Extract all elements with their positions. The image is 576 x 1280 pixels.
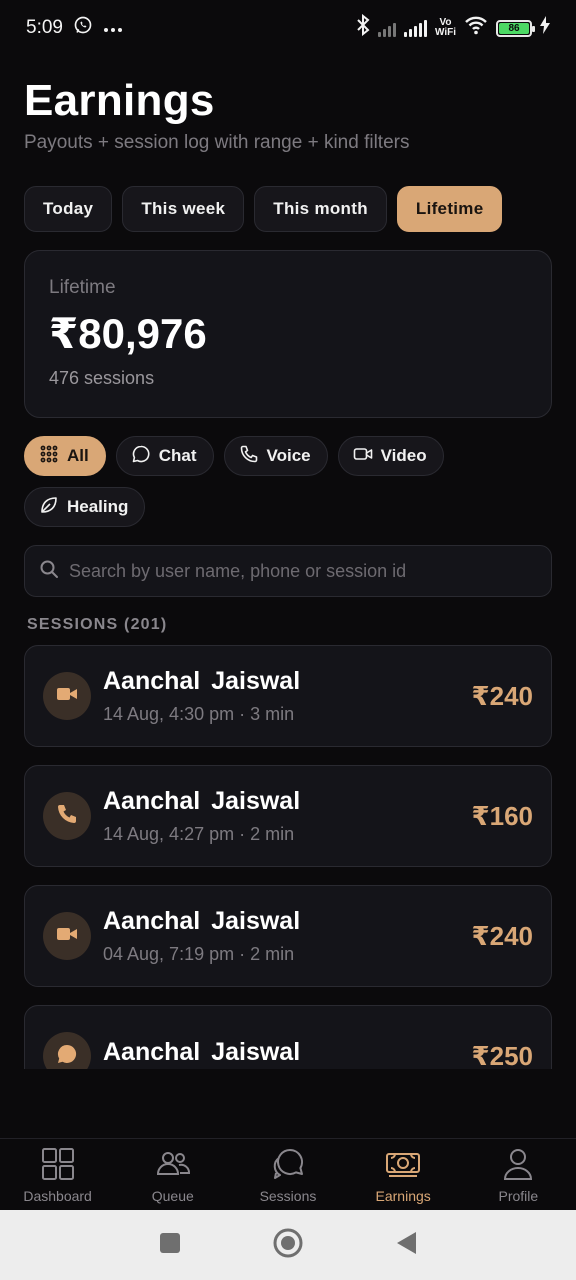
kind-filter-label: Chat <box>158 446 197 465</box>
status-right: Vo WiFi 86 <box>356 13 550 42</box>
signal-sim2-icon <box>403 19 427 37</box>
video-camera-icon <box>55 922 79 951</box>
range-tabs: Today This week This month Lifetime <box>24 186 503 232</box>
session-info: Aanchal Jaiswal <box>103 1038 472 1070</box>
page-title: Earnings <box>24 76 215 125</box>
session-amount: ₹160 <box>471 800 533 831</box>
nav-item-sessions[interactable]: Sessions <box>233 1146 343 1204</box>
kind-filter-healing[interactable]: Healing <box>24 487 146 527</box>
bluetooth-icon <box>356 13 370 42</box>
nav-label: Dashboard <box>23 1187 92 1204</box>
kind-filter-label: Voice <box>266 446 311 465</box>
status-time: 5:09 <box>26 17 63 38</box>
session-kind-avatar <box>43 1032 91 1069</box>
session-info: Aanchal Jaiswal 14 Aug, 4:27 pm · 2 min <box>103 787 472 845</box>
session-kind-avatar <box>43 792 91 840</box>
leaf-icon <box>39 495 59 520</box>
session-user-name: Aanchal Jaiswal <box>103 667 301 695</box>
phone-icon <box>239 444 259 469</box>
kind-filter-chat[interactable]: Chat <box>115 436 214 476</box>
nav-item-profile[interactable]: Profile <box>463 1146 573 1204</box>
kind-filter-label: Healing <box>67 497 129 516</box>
session-row[interactable]: Aanchal Jaiswal 14 Aug, 4:27 pm · 2 min … <box>24 765 552 867</box>
session-kind-avatar <box>43 672 91 720</box>
range-tab-today[interactable]: Today <box>24 186 113 232</box>
summary-session-count: 476 sessions <box>49 368 155 388</box>
kind-filter-all[interactable]: All <box>24 436 106 476</box>
system-nav-bar <box>0 1210 576 1280</box>
nav-label: Profile <box>498 1187 539 1204</box>
whatsapp-icon <box>73 15 93 41</box>
chat-bubble-icon <box>55 1042 79 1070</box>
signal-sim1-icon <box>377 19 396 37</box>
session-user-name: Aanchal Jaiswal <box>103 787 301 815</box>
nav-item-earnings[interactable]: Earnings <box>348 1146 458 1204</box>
phone-icon <box>55 802 79 831</box>
session-amount: ₹240 <box>471 680 533 711</box>
session-user-name: Aanchal Jaiswal <box>103 907 301 935</box>
recent-apps-button[interactable] <box>158 1231 182 1260</box>
battery-icon: 86 <box>496 19 535 37</box>
earnings-summary-card: Lifetime ₹80,976 476 sessions <box>24 250 552 418</box>
range-tab-this-month[interactable]: This month <box>254 186 387 232</box>
kind-filter-label: All <box>67 446 89 465</box>
more-dots-icon <box>103 17 123 39</box>
kind-filter-voice[interactable]: Voice <box>223 436 328 476</box>
video-camera-icon <box>55 682 79 711</box>
summary-label: Lifetime <box>49 277 116 298</box>
session-row[interactable]: Aanchal Jaiswal 04 Aug, 7:19 pm · 2 min … <box>24 885 552 987</box>
charging-icon <box>540 16 550 40</box>
status-bar: 5:09 Vo WiFi 86 <box>0 0 576 56</box>
summary-amount: ₹80,976 <box>49 310 207 357</box>
session-row[interactable]: Aanchal Jaiswal 14 Aug, 4:30 pm · 3 min … <box>24 645 552 747</box>
search-icon <box>39 559 59 584</box>
home-button[interactable] <box>272 1227 304 1264</box>
vowifi-indicator: Vo WiFi <box>434 17 456 38</box>
sessions-heading: SESSIONS (201) <box>27 616 168 633</box>
bottom-nav: Dashboard Queue Sessions Earnings Profil… <box>0 1138 576 1210</box>
grid-dots-icon <box>39 444 59 469</box>
nav-item-queue[interactable]: Queue <box>118 1146 228 1204</box>
status-left: 5:09 <box>26 15 123 41</box>
session-amount: ₹240 <box>471 920 533 951</box>
session-meta: 14 Aug, 4:27 pm · 2 min <box>103 824 295 844</box>
wifi-icon <box>464 15 488 41</box>
dashboard-grid-icon <box>40 1146 76 1185</box>
nav-label: Queue <box>151 1187 194 1204</box>
session-kind-avatar <box>43 912 91 960</box>
kind-filter-label: Video <box>380 446 427 465</box>
money-icon <box>385 1146 421 1185</box>
search-box <box>24 545 552 597</box>
chat-bubble-icon <box>131 444 151 469</box>
range-tab-this-week[interactable]: This week <box>122 186 245 232</box>
person-icon <box>500 1146 536 1185</box>
kind-filters: All Chat Voice Video Healing <box>24 436 554 527</box>
range-tab-lifetime[interactable]: Lifetime <box>396 186 503 232</box>
session-user-name: Aanchal Jaiswal <box>103 1037 301 1066</box>
session-meta: 04 Aug, 7:19 pm · 2 min <box>103 944 295 964</box>
nav-item-dashboard[interactable]: Dashboard <box>3 1146 113 1204</box>
session-info: Aanchal Jaiswal 04 Aug, 7:19 pm · 2 min <box>103 907 472 965</box>
kind-filter-video[interactable]: Video <box>337 436 444 476</box>
search-input[interactable] <box>69 560 537 582</box>
back-button[interactable] <box>394 1230 418 1261</box>
nav-label: Earnings <box>375 1187 431 1204</box>
chat-bubbles-icon <box>270 1146 306 1185</box>
page-subtitle: Payouts + session log with range + kind … <box>24 132 410 153</box>
session-meta: 14 Aug, 4:30 pm · 3 min <box>103 704 295 724</box>
session-row[interactable]: Aanchal Jaiswal ₹250 <box>24 1005 552 1069</box>
nav-label: Sessions <box>259 1187 317 1204</box>
session-info: Aanchal Jaiswal 14 Aug, 4:30 pm · 3 min <box>103 667 472 725</box>
users-icon <box>155 1146 191 1185</box>
session-amount: ₹250 <box>471 1040 533 1070</box>
video-camera-icon <box>353 444 373 469</box>
session-list[interactable]: Aanchal Jaiswal 14 Aug, 4:30 pm · 3 min … <box>24 645 552 1069</box>
